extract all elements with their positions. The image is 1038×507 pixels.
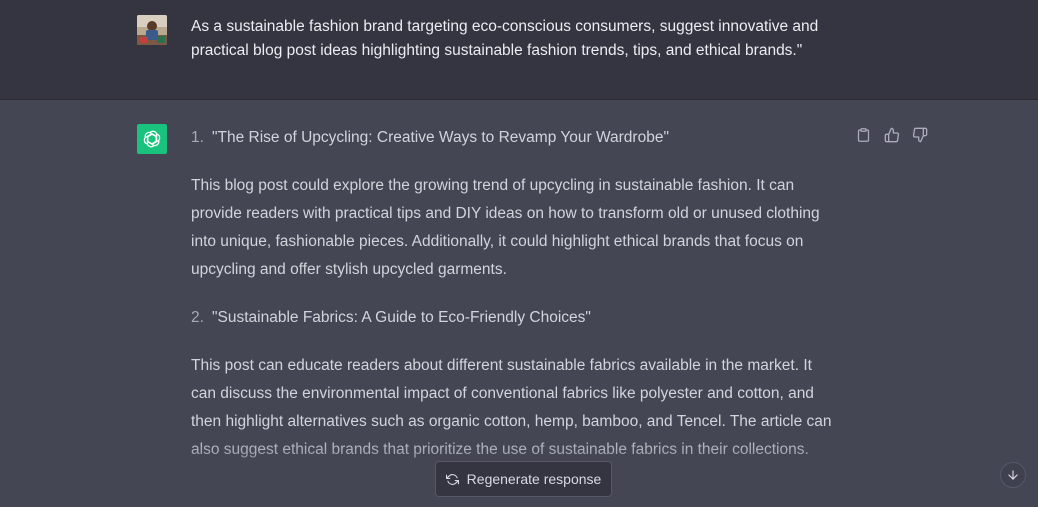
openai-logo-icon bbox=[143, 130, 161, 148]
user-message-row: As a sustainable fashion brand targeting… bbox=[0, 0, 1038, 100]
list-item-heading: 2. "Sustainable Fabrics: A Guide to Eco-… bbox=[191, 304, 841, 332]
chatgpt-logo-icon bbox=[137, 124, 167, 154]
thumbs-down-icon bbox=[912, 127, 927, 143]
list-item-number: 2. bbox=[191, 309, 204, 326]
list-item-description: This blog post could explore the growing… bbox=[191, 177, 820, 278]
message-actions bbox=[855, 126, 928, 144]
regenerate-response-button[interactable]: Regenerate response bbox=[435, 461, 612, 497]
assistant-response: 1. "The Rise of Upcycling: Creative Ways… bbox=[191, 124, 841, 484]
user-prompt-text: As a sustainable fashion brand targeting… bbox=[191, 18, 819, 59]
list-item-number: 1. bbox=[191, 129, 204, 146]
thumbs-up-icon bbox=[884, 127, 899, 143]
arrow-down-icon bbox=[1008, 470, 1018, 480]
thumbs-up-button[interactable] bbox=[883, 126, 900, 144]
scroll-to-bottom-button[interactable] bbox=[1000, 462, 1026, 488]
list-item-description: This post can educate readers about diff… bbox=[191, 357, 832, 458]
refresh-icon bbox=[445, 473, 459, 485]
regenerate-label: Regenerate response bbox=[466, 471, 602, 487]
user-avatar bbox=[137, 15, 167, 45]
copy-button[interactable] bbox=[855, 126, 872, 144]
user-photo bbox=[137, 15, 167, 45]
list-item-title: "Sustainable Fabrics: A Guide to Eco-Fri… bbox=[212, 309, 591, 326]
list-item-heading: 1. "The Rise of Upcycling: Creative Ways… bbox=[191, 124, 841, 152]
list-item-title: "The Rise of Upcycling: Creative Ways to… bbox=[212, 129, 669, 146]
thumbs-down-button[interactable] bbox=[911, 126, 928, 144]
clipboard-icon bbox=[857, 128, 870, 142]
